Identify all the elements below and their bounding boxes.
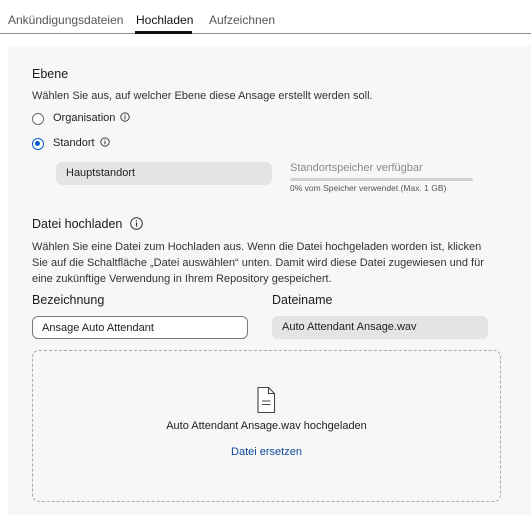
tab-announcement-files[interactable]: Ankündigungsdateien xyxy=(8,13,123,27)
level-description: Wählen Sie aus, auf welcher Ebene diese … xyxy=(32,90,373,102)
storage-bar xyxy=(290,178,473,181)
info-icon[interactable] xyxy=(100,137,110,147)
level-heading: Ebene xyxy=(32,67,69,81)
replace-file-link: Datei ersetzen xyxy=(32,446,501,458)
tab-record[interactable]: Aufzeichnen xyxy=(209,13,275,27)
upload-heading-text: Datei hochladen xyxy=(32,217,123,231)
upload-heading: Datei hochladen xyxy=(32,217,143,231)
filename-field: Auto Attendant Ansage.wav xyxy=(272,316,488,339)
name-input[interactable] xyxy=(32,316,248,339)
storage-label: Standortspeicher verfügbar xyxy=(290,162,423,174)
name-label: Bezeichnung xyxy=(32,293,105,307)
radio-location-text: Standort xyxy=(53,137,95,149)
radio-organisation[interactable] xyxy=(32,113,44,125)
location-select[interactable]: Hauptstandort xyxy=(56,162,272,185)
info-icon[interactable] xyxy=(130,217,143,230)
document-icon xyxy=(257,386,276,414)
radio-organisation-text: Organisation xyxy=(53,112,116,124)
tab-bar: Ankündigungsdateien Hochladen Aufzeichne… xyxy=(0,0,531,34)
filename-label: Dateiname xyxy=(272,293,333,307)
upload-description-line: eine zukünftige Verwendung in Ihrem Repo… xyxy=(32,273,332,285)
storage-usage-text: 0% vom Speicher verwendet (Max. 1 GB) xyxy=(290,183,447,193)
info-icon[interactable] xyxy=(120,112,131,122)
upload-description-line: Wählen Sie eine Datei zum Hochladen aus.… xyxy=(32,241,482,253)
active-tab-indicator xyxy=(135,31,192,34)
radio-location-label: Standort xyxy=(53,137,110,149)
upload-description: Wählen Sie eine Datei zum Hochladen aus.… xyxy=(32,239,484,287)
radio-location[interactable] xyxy=(32,138,44,150)
uploaded-status-text: Auto Attendant Ansage.wav hochgeladen xyxy=(166,420,367,432)
replace-file-link-text[interactable]: Datei ersetzen xyxy=(231,446,302,458)
tab-upload[interactable]: Hochladen xyxy=(136,13,193,27)
upload-description-line: Sie auf die Schaltfläche „Datei auswähle… xyxy=(32,257,484,269)
radio-organisation-label: Organisation xyxy=(53,112,131,124)
